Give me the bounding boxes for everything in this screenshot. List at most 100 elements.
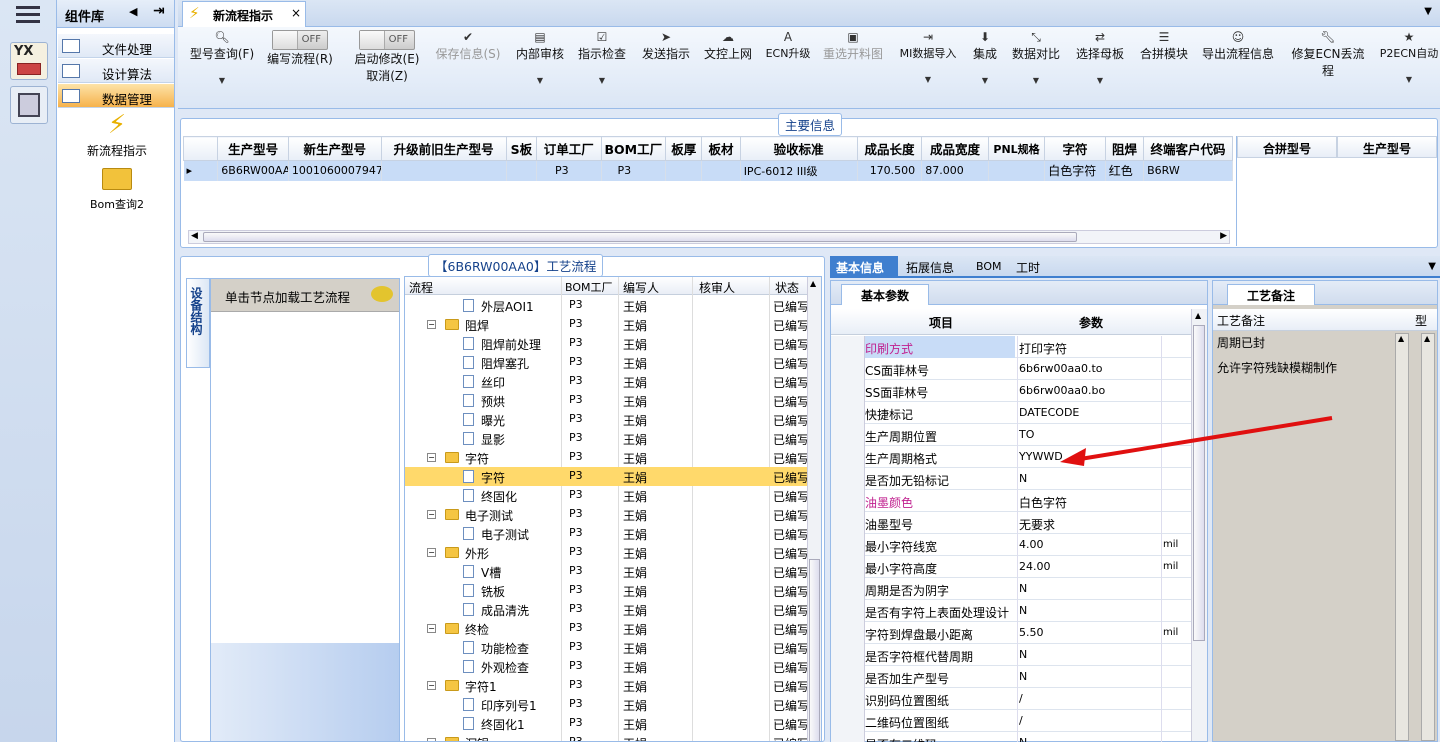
internal-review-button[interactable]: ▤ 内部审核 ▼ <box>512 30 568 85</box>
table-cell[interactable]: 红色 <box>1105 160 1145 181</box>
tree-row[interactable]: 功能检查 P3 王娟 已编写 <box>405 638 815 657</box>
column-header[interactable]: 字符 <box>1044 136 1106 161</box>
table-cell[interactable] <box>701 160 741 181</box>
tree-row[interactable]: 曝光 P3 王娟 已编写 <box>405 410 815 429</box>
column-header[interactable]: PNL规格 <box>987 136 1046 161</box>
doc-upload-button[interactable]: ☁ 文控上网 <box>700 30 756 62</box>
tile-new-process[interactable]: ⚡ 新流程指示 <box>77 110 157 159</box>
tab-menu-icon[interactable]: ▼ <box>1424 6 1432 17</box>
pin-icon[interactable]: ⇥ <box>153 3 165 19</box>
param-value[interactable]: N <box>1019 582 1027 595</box>
column-header[interactable]: 参数 <box>1079 314 1103 331</box>
table-cell[interactable] <box>506 160 537 181</box>
tree-row[interactable]: 终固化 P3 王娟 已编写 <box>405 486 815 505</box>
tree-row[interactable]: − 阻焊 P3 王娟 已编写 <box>405 315 815 334</box>
tree-row[interactable]: 铣板 P3 王娟 已编写 <box>405 581 815 600</box>
ecn-upgrade-button[interactable]: A ECN升级 <box>762 30 814 61</box>
param-row[interactable]: 字符到焊盘最小距离 5.50 mil <box>831 622 1191 644</box>
param-row[interactable]: ▸印刷方式打印字符 <box>831 336 1191 358</box>
collapse-icon[interactable]: − <box>427 510 436 519</box>
param-value[interactable]: N <box>1019 648 1027 661</box>
scroll-up-icon[interactable]: ▲ <box>1195 311 1201 320</box>
tree-row[interactable]: 显影 P3 王娟 已编写 <box>405 429 815 448</box>
tab-new-process[interactable]: ⚡ 新流程指示 × <box>182 1 306 27</box>
param-value[interactable]: N <box>1019 736 1027 742</box>
param-row[interactable]: 识别码位置图纸 / <box>831 688 1191 710</box>
table-cell[interactable] <box>988 160 1046 181</box>
close-tab-icon[interactable]: × <box>291 6 301 20</box>
param-value[interactable]: N <box>1019 604 1027 617</box>
tab-hours[interactable]: 工时 <box>1016 259 1040 276</box>
tree-row[interactable]: 终固化1 P3 王娟 已编写 <box>405 714 815 733</box>
tree-row[interactable]: 印序列号1 P3 王娟 已编写 <box>405 695 815 714</box>
tabs-menu-icon[interactable]: ▼ <box>1428 261 1436 272</box>
tab-process-notes[interactable]: 工艺备注 <box>1227 284 1315 305</box>
notes-scrollbar-2[interactable]: ▲ <box>1421 333 1435 741</box>
write-process-toggle[interactable]: OFF 编写流程(R) <box>262 30 338 67</box>
param-row[interactable]: CS面菲林号 6b6rw00aa0.to <box>831 358 1191 380</box>
scrollbar-thumb[interactable] <box>203 232 1077 242</box>
table-cell[interactable]: 10010600079476 <box>288 160 382 181</box>
start-edit-toggle[interactable]: OFF 启动修改(E) 取消(Z) <box>346 30 428 84</box>
param-value[interactable]: TO <box>1019 428 1034 441</box>
nav-item-file[interactable]: 文件处理 <box>58 34 174 58</box>
note-line[interactable]: 允许字符残缺模糊制作 <box>1217 359 1337 376</box>
tree-row[interactable]: 预烘 P3 王娟 已编写 <box>405 391 815 410</box>
vertical-scrollbar[interactable]: ▲ <box>807 277 821 741</box>
repair-ecn-button[interactable]: 🔧︎ 修复ECN丢流程 <box>1286 30 1370 79</box>
horizontal-scrollbar[interactable]: ◀ ▶ <box>188 230 1230 244</box>
mi-import-button[interactable]: ⇥ MI数据导入 ▼ <box>894 30 962 84</box>
table-cell[interactable]: 170.500 <box>857 160 923 181</box>
tab-extended-info[interactable]: 拓展信息 <box>906 259 954 276</box>
column-header[interactable]: 板材 <box>701 136 741 161</box>
column-header[interactable]: 验收标准 <box>739 136 858 161</box>
scroll-up-icon[interactable]: ▲ <box>810 279 816 288</box>
tree-row[interactable]: − 外形 P3 王娟 已编写 <box>405 543 815 562</box>
param-row[interactable]: 最小字符高度 24.00 mil <box>831 556 1191 578</box>
table-cell[interactable]: IPC-6012 III级 <box>740 160 858 181</box>
tree-row[interactable]: 外层AOI1 P3 王娟 已编写 <box>405 296 815 315</box>
scroll-up-icon[interactable]: ▲ <box>1424 334 1430 343</box>
integrate-button[interactable]: ⬇ 集成 ▼ <box>968 30 1002 85</box>
tree-row[interactable]: 阻焊前处理 P3 王娟 已编写 <box>405 334 815 353</box>
column-header[interactable]: S板 <box>505 136 537 161</box>
export-process-button[interactable]: ☺ 导出流程信息 <box>1198 30 1278 62</box>
param-row[interactable]: 最小字符线宽 4.00 mil <box>831 534 1191 556</box>
param-row[interactable]: 周期是否为阴字 N <box>831 578 1191 600</box>
param-value[interactable]: 4.00 <box>1019 538 1044 551</box>
tab-bom[interactable]: BOM <box>976 260 1002 273</box>
column-header[interactable]: BOM工厂 <box>600 136 667 161</box>
tile-bom-query[interactable]: Bom查询2 <box>77 168 157 212</box>
send-instruction-button[interactable]: ➤ 发送指示 <box>638 30 694 62</box>
column-header[interactable]: 成品长度 <box>856 136 923 161</box>
collapse-icon[interactable]: − <box>427 453 436 462</box>
param-row[interactable]: 是否有字符上表面处理设计 N <box>831 600 1191 622</box>
collapse-icon[interactable]: − <box>427 548 436 557</box>
tree-row[interactable]: 阻焊塞孔 P3 王娟 已编写 <box>405 353 815 372</box>
column-header[interactable]: 生产型号 <box>1337 136 1437 158</box>
tree-row[interactable]: 电子测试 P3 王娟 已编写 <box>405 524 815 543</box>
column-header[interactable]: 编写人 <box>623 279 659 296</box>
column-header[interactable]: 型 <box>1415 312 1427 329</box>
tree-row[interactable]: − 沉银 P3 王娟 已编写 <box>405 733 815 741</box>
column-header[interactable]: 合拼型号 <box>1237 136 1337 158</box>
param-row[interactable]: 是否字符框代替周期 N <box>831 644 1191 666</box>
tree-row[interactable]: 字符 P3 王娟 已编写 <box>405 467 815 486</box>
collapse-icon[interactable]: − <box>427 320 436 329</box>
collapse-icon[interactable]: − <box>427 738 436 741</box>
collapse-icon[interactable]: − <box>427 681 436 690</box>
param-value[interactable]: 24.00 <box>1019 560 1051 573</box>
table-cell[interactable] <box>381 160 507 181</box>
column-header[interactable]: 订单工厂 <box>535 136 602 161</box>
param-row[interactable]: 是否加无铅标记 N <box>831 468 1191 490</box>
data-compare-button[interactable]: ⤡ 数据对比 ▼ <box>1008 30 1064 85</box>
param-value[interactable]: N <box>1019 472 1027 485</box>
table-cell[interactable]: B6RW <box>1143 160 1233 181</box>
params-vertical-scrollbar[interactable]: ▲ <box>1191 309 1207 741</box>
param-value[interactable]: 白色字符 <box>1019 494 1067 511</box>
note-line[interactable]: 周期已封 <box>1217 334 1265 351</box>
column-header[interactable]: 新生产型号 <box>287 136 382 161</box>
scrollbar-thumb[interactable] <box>809 559 820 741</box>
tree-row[interactable]: − 字符 P3 王娟 已编写 <box>405 448 815 467</box>
param-value[interactable]: N <box>1019 670 1027 683</box>
